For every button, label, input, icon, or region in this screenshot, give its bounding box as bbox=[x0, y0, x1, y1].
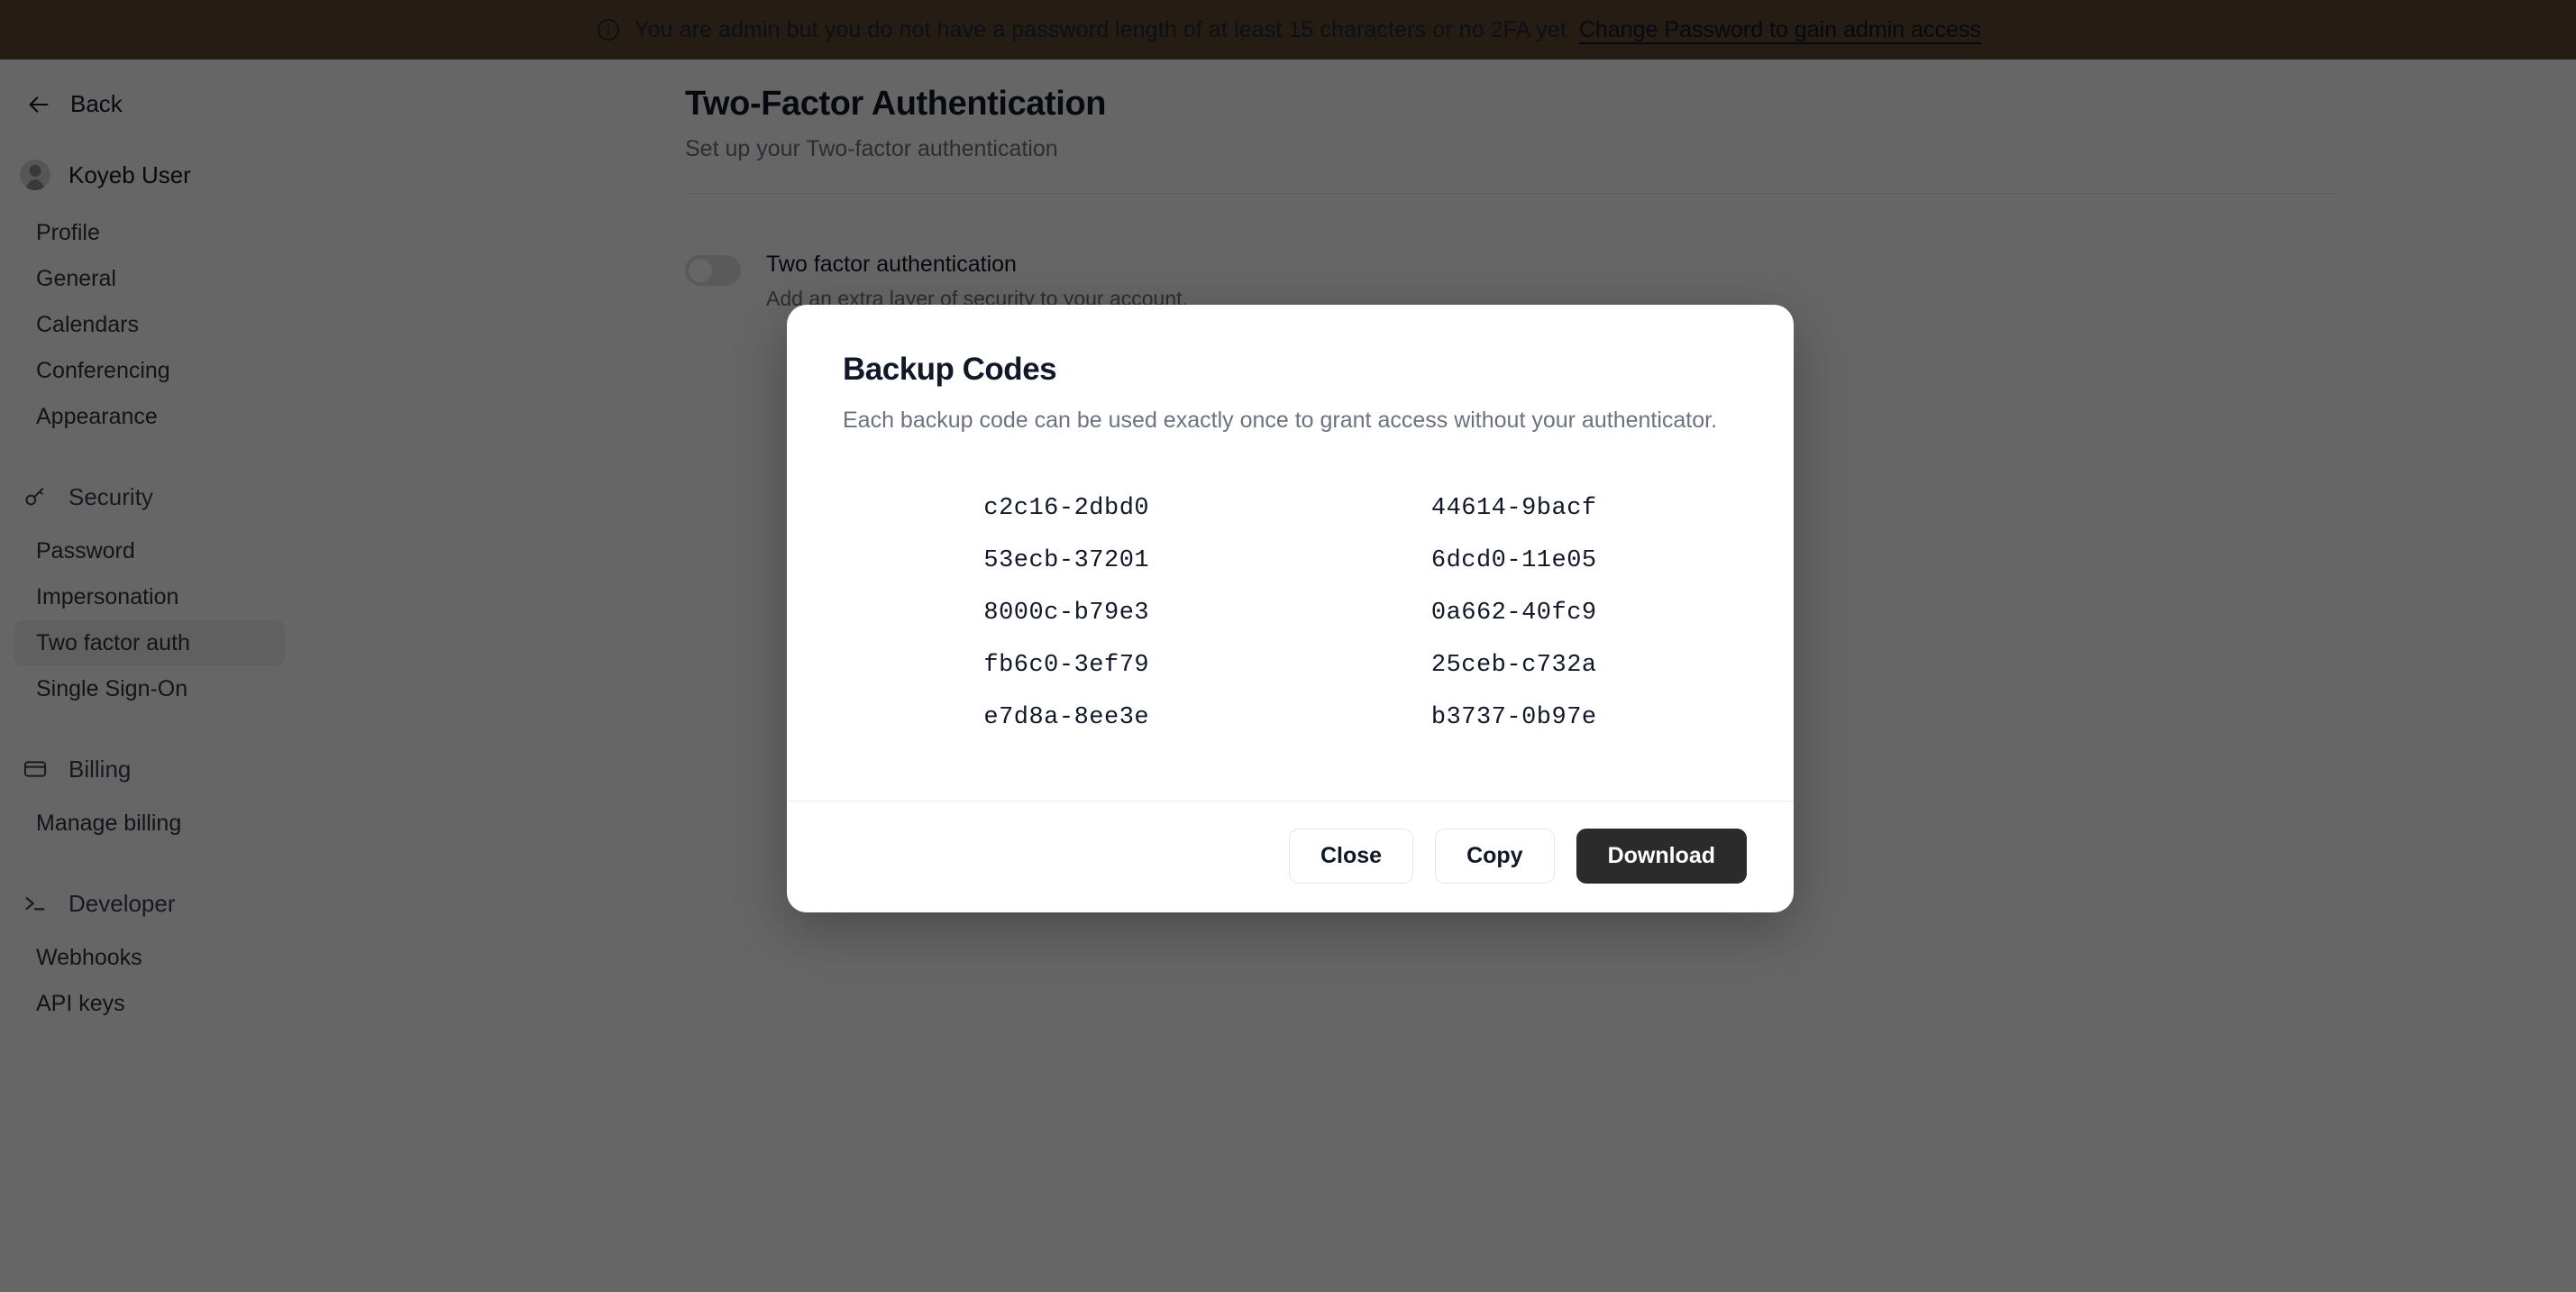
backup-code[interactable]: c2c16-2dbd0 bbox=[983, 487, 1149, 532]
dialog-title: Backup Codes bbox=[843, 352, 1057, 387]
backup-code[interactable]: 44614-9bacf bbox=[1431, 487, 1597, 532]
backup-codes-grid: c2c16-2dbd0 44614-9bacf 53ecb-37201 6dcd… bbox=[843, 487, 1738, 761]
dialog-body: Backup Codes Each backup code can be use… bbox=[787, 305, 1794, 801]
backup-code[interactable]: b3737-0b97e bbox=[1431, 696, 1597, 741]
backup-code[interactable]: 0a662-40fc9 bbox=[1431, 591, 1597, 637]
backup-code[interactable]: 8000c-b79e3 bbox=[983, 591, 1149, 637]
copy-button[interactable]: Copy bbox=[1435, 828, 1555, 884]
download-button[interactable]: Download bbox=[1576, 828, 1747, 884]
dialog-description: Each backup code can be used exactly onc… bbox=[843, 408, 1718, 433]
backup-codes-dialog: Backup Codes Each backup code can be use… bbox=[787, 305, 1794, 912]
backup-code[interactable]: 53ecb-37201 bbox=[983, 539, 1149, 584]
backup-code[interactable]: 25ceb-c732a bbox=[1431, 644, 1597, 689]
backup-code[interactable]: 6dcd0-11e05 bbox=[1431, 539, 1597, 584]
backup-code[interactable]: fb6c0-3ef79 bbox=[983, 644, 1149, 689]
close-button[interactable]: Close bbox=[1288, 828, 1414, 884]
dialog-footer: Close Copy Download bbox=[787, 800, 1794, 912]
backup-code[interactable]: e7d8a-8ee3e bbox=[983, 696, 1149, 741]
